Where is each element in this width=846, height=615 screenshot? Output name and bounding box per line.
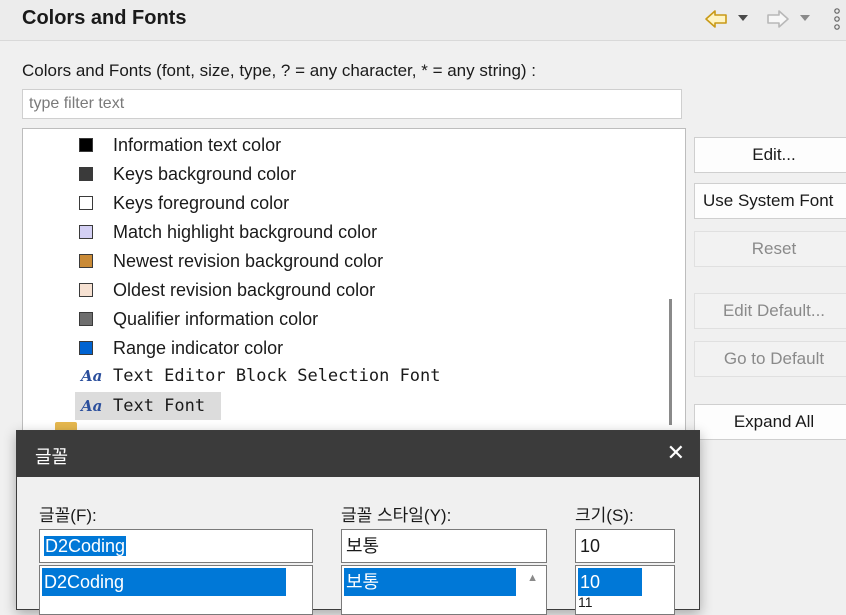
- scroll-up-icon[interactable]: ▲: [527, 572, 538, 584]
- close-icon[interactable]: ✕: [667, 441, 685, 466]
- expand-all-button[interactable]: Expand All: [694, 404, 846, 440]
- use-system-font-button[interactable]: Use System Font: [694, 183, 846, 219]
- edit-default-button[interactable]: Edit Default...: [694, 293, 846, 329]
- font-size-input[interactable]: 10: [575, 529, 675, 563]
- font-size-label: 크기(S):: [575, 506, 634, 525]
- color-swatch-icon: [79, 341, 93, 355]
- color-swatch-icon: [79, 312, 93, 326]
- color-swatch-icon: [79, 254, 93, 268]
- page-title: Colors and Fonts: [22, 7, 187, 29]
- view-menu-icon[interactable]: [832, 8, 842, 32]
- font-list-item-selected[interactable]: D2Coding: [42, 568, 286, 596]
- font-style-list[interactable]: 보통 ▲: [341, 565, 547, 615]
- edit-button[interactable]: Edit...: [694, 137, 846, 173]
- font-size-list[interactable]: 10 11: [575, 565, 675, 615]
- font-dialog: 글꼴 ✕ 글꼴(F): D2Coding D2Coding 글꼴 스타일(Y):…: [16, 430, 700, 615]
- color-swatch-icon: [79, 138, 93, 152]
- font-name-list[interactable]: D2Coding: [39, 565, 313, 615]
- back-dropdown-icon[interactable]: [738, 15, 748, 23]
- color-swatch-icon: [79, 167, 93, 181]
- color-swatch-icon: [79, 196, 93, 210]
- preference-description: Colors and Fonts (font, size, type, ? = …: [22, 61, 537, 80]
- font-style-input[interactable]: 보통: [341, 529, 547, 563]
- reset-button[interactable]: Reset: [694, 231, 846, 267]
- font-name-label: 글꼴(F):: [39, 506, 97, 525]
- dialog-title: 글꼴: [35, 447, 69, 467]
- color-swatch-icon: [79, 283, 93, 297]
- font-name-input[interactable]: D2Coding: [39, 529, 313, 563]
- forward-dropdown-icon[interactable]: [800, 15, 810, 23]
- font-aa-icon: Aa: [81, 397, 103, 415]
- size-list-item-selected[interactable]: 10: [578, 568, 642, 596]
- forward-arrow-icon[interactable]: [766, 8, 790, 30]
- tree-scrollbar[interactable]: [669, 299, 672, 425]
- dialog-titlebar: 글꼴 ✕: [17, 431, 699, 477]
- font-style-label: 글꼴 스타일(Y):: [341, 506, 452, 525]
- color-swatch-icon: [79, 225, 93, 239]
- style-list-item-selected[interactable]: 보통: [344, 568, 516, 596]
- go-to-default-button[interactable]: Go to Default: [694, 341, 846, 377]
- size-list-item[interactable]: 11: [578, 594, 593, 610]
- filter-input[interactable]: [22, 89, 682, 119]
- font-aa-icon: Aa: [81, 367, 103, 385]
- back-arrow-icon[interactable]: [704, 8, 728, 30]
